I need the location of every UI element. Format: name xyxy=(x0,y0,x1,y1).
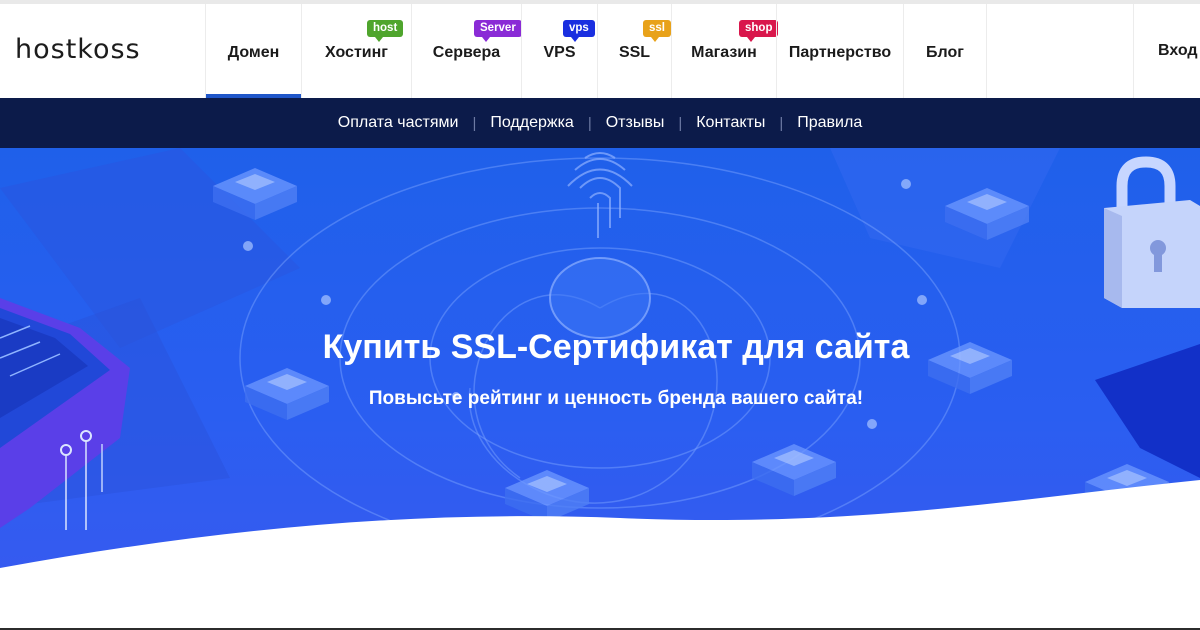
fingerprint-icon xyxy=(549,152,651,339)
nav-item-partnership[interactable]: Партнерство xyxy=(776,4,903,98)
badge-vps: vps xyxy=(563,20,595,42)
nav-item-label: Хостинг xyxy=(325,44,388,61)
nav-item-label: Домен xyxy=(227,44,280,61)
hero-subtitle: Повысьте рейтинг и ценность бренда вашег… xyxy=(368,388,864,409)
nav-item-ssl[interactable]: ssl SSL xyxy=(597,4,671,98)
nav-item-label: SSL xyxy=(618,44,651,61)
main-nav: Домен host Хостинг Server Сервера vps VP… xyxy=(205,4,987,98)
hero-banner: Купить SSL-Сертификат для сайта Повысьте… xyxy=(0,148,1200,630)
site-header: hostkoss Домен host Хостинг Server Серве… xyxy=(0,0,1200,98)
nav-item-label: Партнерство xyxy=(788,44,892,61)
subnav-item-rules[interactable]: Правила xyxy=(797,114,862,132)
subnav-separator: | xyxy=(472,114,477,132)
nav-item-label: Блог xyxy=(926,44,964,61)
badge-ssl: ssl xyxy=(643,20,671,42)
padlock-icon xyxy=(1104,156,1200,308)
subnav-item-contacts[interactable]: Контакты xyxy=(696,114,765,132)
nav-item-hosting[interactable]: host Хостинг xyxy=(301,4,411,98)
nav-item-domain[interactable]: Домен xyxy=(205,4,301,98)
badge-server: Server xyxy=(474,20,522,42)
logo[interactable]: hostkoss xyxy=(15,34,141,65)
login-button[interactable]: Вход xyxy=(1133,4,1200,98)
badge-shop: shop xyxy=(739,20,779,42)
nav-item-vps[interactable]: vps VPS xyxy=(521,4,597,98)
hero-title: Купить SSL-Сертификат для сайта xyxy=(322,328,910,366)
nav-item-blog[interactable]: Блог xyxy=(903,4,987,98)
badge-host: host xyxy=(367,20,404,42)
nav-item-label: Магазин xyxy=(691,44,757,61)
nav-item-label: Сервера xyxy=(432,44,501,61)
subnav-separator: | xyxy=(678,114,683,132)
subnav-separator: | xyxy=(779,114,784,132)
nav-item-label: VPS xyxy=(543,44,576,61)
nav-item-servers[interactable]: Server Сервера xyxy=(411,4,522,98)
secondary-nav: Оплата частями | Поддержка | Отзывы | Ко… xyxy=(0,98,1200,148)
subnav-separator: | xyxy=(587,114,592,132)
subnav-item-installments[interactable]: Оплата частями xyxy=(338,114,459,132)
subnav-item-reviews[interactable]: Отзывы xyxy=(606,114,665,132)
subnav-item-support[interactable]: Поддержка xyxy=(490,114,573,132)
nav-item-shop[interactable]: shop Магазин xyxy=(671,4,779,98)
